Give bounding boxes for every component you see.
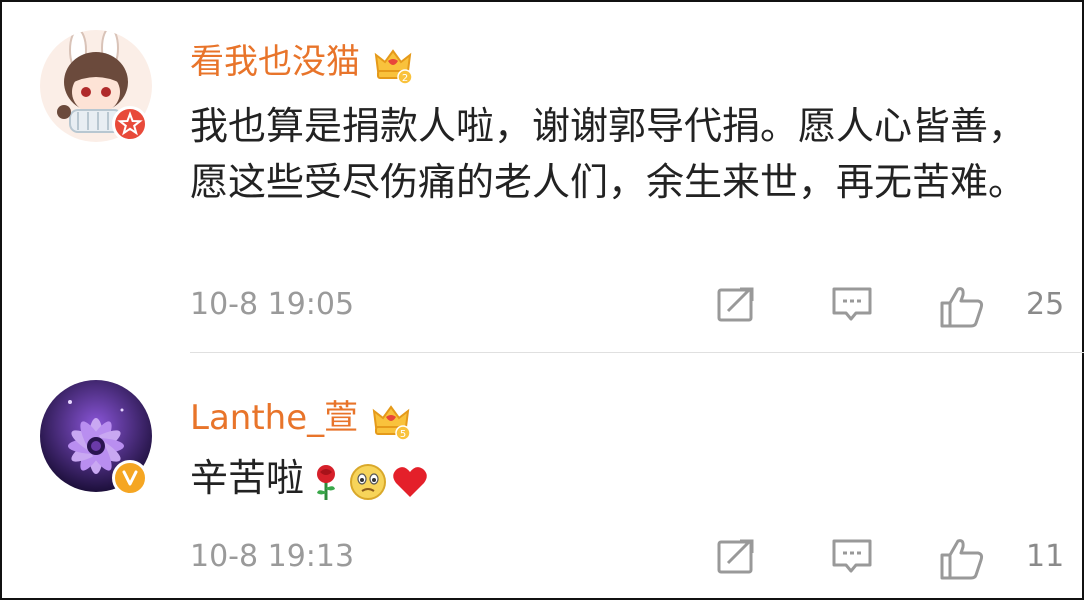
username[interactable]: Lanthe_萱 5 [190,390,412,441]
red-heart-emoji [390,461,430,501]
comment-item: Lanthe_萱 5 辛苦啦 10-8 19:13 11 [0,352,1084,600]
comment-meta: 10-8 19:05 25 [190,285,1064,328]
comment-text: 辛苦啦 [190,450,1050,506]
vip-level: 5 [400,429,406,440]
username[interactable]: 看我也没猫 2 [190,34,414,85]
rose-emoji [306,461,346,501]
vip-crown-icon: 2 [372,43,414,85]
vip-level: 2 [402,73,408,84]
comment-item: 看我也没猫 2 我也算是捐款人啦，谢谢郭导代捐。愿人心皆善，愿这些受尽伤痛的老人… [0,0,1084,352]
comment-text: 我也算是捐款人啦，谢谢郭导代捐。愿人心皆善，愿这些受尽伤痛的老人们，余生来世，再… [190,104,1027,204]
comment-reply-icon[interactable] [830,285,874,325]
comment-meta: 10-8 19:13 11 [190,537,1064,580]
timestamp: 10-8 19:13 [190,539,355,574]
like-count: 11 [1026,539,1065,574]
repost-icon[interactable] [716,537,756,577]
yellow-v-badge-icon [112,460,148,496]
timestamp: 10-8 19:05 [190,287,355,322]
username-label[interactable]: 看我也没猫 [190,42,360,82]
comment-reply-icon[interactable] [830,537,874,577]
repost-icon[interactable] [716,285,756,325]
like-count: 25 [1026,287,1065,322]
comment-text-label: 辛苦啦 [190,456,305,500]
thumbs-up-icon[interactable] [938,537,986,580]
username-label[interactable]: Lanthe_萱 [190,398,358,438]
crying-face-emoji [348,461,388,501]
thumbs-up-icon[interactable] [938,285,986,328]
vip-crown-icon: 5 [370,399,412,441]
red-star-badge-icon [112,106,148,142]
